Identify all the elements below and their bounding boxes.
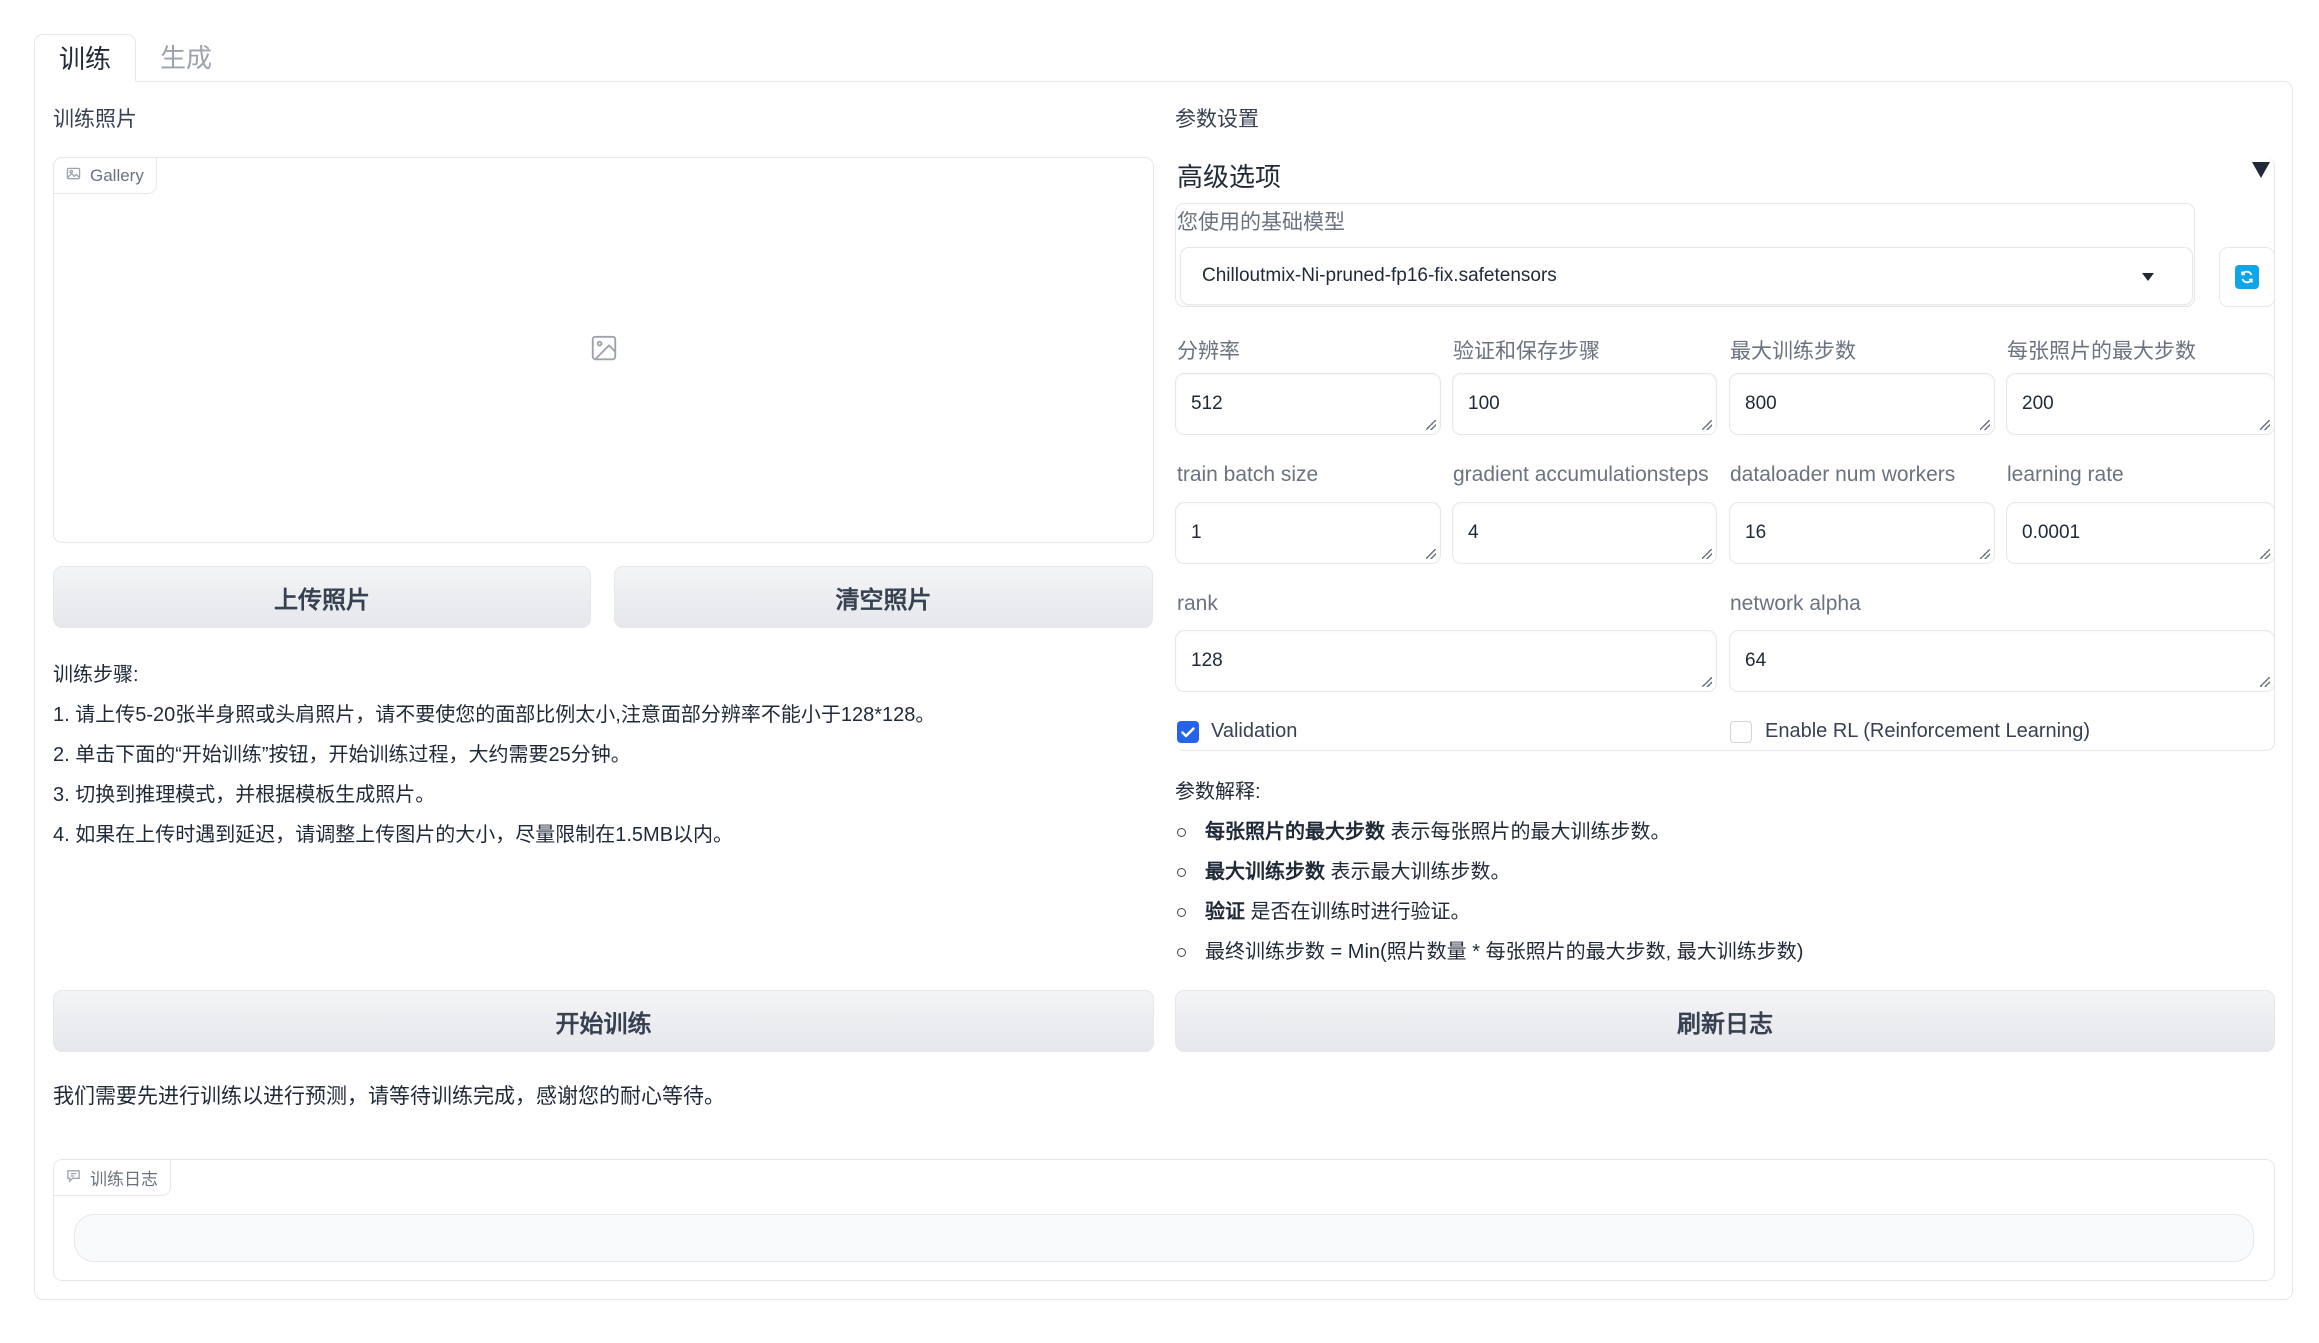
params-label: 参数设置: [1175, 108, 1259, 131]
max-steps-per-photo-input[interactable]: 200: [2006, 373, 2275, 435]
tab-train[interactable]: 训练: [34, 34, 137, 82]
network-alpha-input[interactable]: 64: [1729, 630, 2275, 692]
rank-input[interactable]: 128: [1175, 630, 1717, 692]
network-alpha-label: network alpha: [1730, 592, 1861, 615]
refresh-models-button[interactable]: [2219, 247, 2275, 307]
param-explain-list: 每张照片的最大步数 表示每张照片的最大训练步数。 最大训练步数 表示最大训练步数…: [1175, 812, 2275, 972]
val-save-steps-label: 验证和保存步骤: [1453, 340, 1600, 363]
step-item: 3. 切换到推理模式，并根据模板生成照片。: [53, 784, 436, 806]
gallery-chip: Gallery: [54, 158, 157, 194]
list-item: 最终训练步数 = Min(照片数量 * 每张照片的最大步数, 最大训练步数): [1175, 932, 2275, 972]
step-item: 2. 单击下面的“开始训练”按钮，开始训练过程，大约需要25分钟。: [53, 744, 631, 766]
base-model-dropdown[interactable]: Chilloutmix-Ni-pruned-fp16-fix.safetenso…: [1180, 247, 2193, 305]
start-training-button[interactable]: 开始训练: [53, 990, 1154, 1052]
wait-message: 我们需要先进行训练以进行预测，请等待训练完成，感谢您的耐心等待。: [53, 1085, 725, 1108]
photos-label: 训练照片: [53, 108, 137, 131]
val-save-steps-input[interactable]: 100: [1452, 373, 1717, 435]
validation-checkbox[interactable]: [1177, 721, 1199, 743]
batch-size-label: train batch size: [1177, 463, 1319, 486]
refresh-icon: [2235, 265, 2259, 289]
grad-accum-label: gradient accumulationsteps: [1453, 463, 1709, 486]
training-log-output[interactable]: [74, 1214, 2254, 1262]
textbox-icon: [66, 1168, 81, 1188]
list-item: 验证 是否在训练时进行验证。: [1175, 892, 2275, 932]
gallery-dropzone[interactable]: Gallery: [53, 157, 1154, 543]
chevron-down-icon: [2142, 273, 2154, 281]
max-train-steps-label: 最大训练步数: [1730, 340, 1856, 363]
gallery-chip-label: Gallery: [90, 165, 144, 185]
clear-photos-button[interactable]: 清空照片: [614, 566, 1153, 628]
resolution-label: 分辨率: [1177, 340, 1240, 363]
training-log-box: 训练日志: [53, 1159, 2275, 1281]
enable-rl-checkbox[interactable]: [1730, 721, 1752, 743]
image-placeholder-icon: [591, 335, 617, 361]
base-model-value: Chilloutmix-Ni-pruned-fp16-fix.safetenso…: [1202, 265, 1557, 286]
log-chip: 训练日志: [54, 1160, 171, 1196]
list-item: 最大训练步数 表示最大训练步数。: [1175, 852, 2275, 892]
grad-accum-input[interactable]: 4: [1452, 502, 1717, 564]
tab-bar: 训练 生成: [34, 34, 236, 82]
advanced-options-title[interactable]: 高级选项: [1177, 157, 1281, 194]
refresh-log-button[interactable]: 刷新日志: [1175, 990, 2275, 1052]
image-icon: [66, 166, 81, 186]
upload-photos-button[interactable]: 上传照片: [53, 566, 591, 628]
param-explain-title: 参数解释:: [1175, 781, 1261, 803]
resolution-input[interactable]: 512: [1175, 373, 1441, 435]
step-item: 4. 如果在上传时遇到延迟，请调整上传图片的大小，尽量限制在1.5MB以内。: [53, 824, 734, 846]
check-icon: [1181, 727, 1195, 738]
max-train-steps-input[interactable]: 800: [1729, 373, 1995, 435]
list-item: 每张照片的最大步数 表示每张照片的最大训练步数。: [1175, 812, 2275, 852]
max-steps-per-photo-label: 每张照片的最大步数: [2007, 340, 2196, 363]
enable-rl-label[interactable]: Enable RL (Reinforcement Learning): [1765, 720, 2090, 743]
tab-generate[interactable]: 生成: [136, 34, 236, 82]
training-steps: 训练步骤: 1. 请上传5-20张半身照或头肩照片，请不要使您的面部比例太小,注…: [53, 655, 1154, 855]
learning-rate-label: learning rate: [2007, 463, 2124, 486]
accordion-caret-icon[interactable]: [2252, 162, 2270, 178]
validation-label[interactable]: Validation: [1211, 720, 1297, 743]
step-item: 1. 请上传5-20张半身照或头肩照片，请不要使您的面部比例太小,注意面部分辨率…: [53, 704, 936, 726]
base-model-label: 您使用的基础模型: [1177, 211, 1345, 234]
log-chip-label: 训练日志: [90, 1170, 158, 1189]
batch-size-input[interactable]: 1: [1175, 502, 1441, 564]
learning-rate-input[interactable]: 0.0001: [2006, 502, 2275, 564]
num-workers-label: dataloader num workers: [1730, 463, 1956, 486]
steps-title: 训练步骤:: [53, 664, 139, 686]
rank-label: rank: [1177, 592, 1218, 615]
num-workers-input[interactable]: 16: [1729, 502, 1995, 564]
